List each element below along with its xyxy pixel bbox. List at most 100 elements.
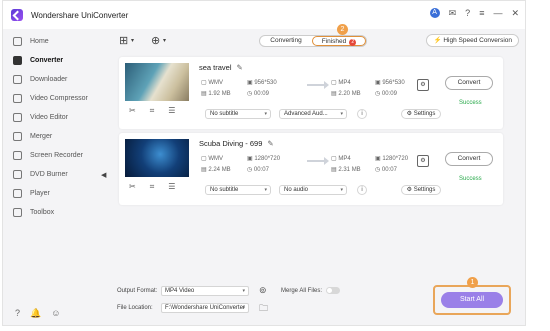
- source-duration-value: 00:09: [253, 91, 269, 97]
- target-resolution-value: 1280*720: [382, 156, 409, 162]
- sidebar-item-label: Player: [30, 190, 50, 197]
- sidebar-item-screen-recorder[interactable]: Screen Recorder: [13, 151, 83, 160]
- source-duration: ◷ 00:07: [247, 167, 269, 173]
- sidebar-item-converter[interactable]: Converter: [13, 56, 63, 65]
- sidebar-item-player[interactable]: Player: [13, 189, 50, 198]
- chevron-down-icon[interactable]: ▾: [131, 37, 134, 44]
- subtitle-select[interactable]: No subtitle ▾: [205, 185, 271, 195]
- help-icon[interactable]: ?: [465, 8, 470, 18]
- file-location-value: F:\Wondershare UniConverter: [165, 305, 245, 311]
- source-resolution: ▣ 956*530: [247, 80, 277, 86]
- folder-icon[interactable]: 🗀: [259, 301, 268, 317]
- status-text: Success: [459, 100, 482, 106]
- chevron-down-icon: ▾: [264, 187, 267, 193]
- app-window: Wondershare UniConverter A ✉ ? ≡ — ✕ Hom…: [2, 0, 526, 326]
- sidebar-item-label: Screen Recorder: [30, 152, 83, 159]
- info-icon[interactable]: i: [357, 185, 367, 195]
- source-format-value: WMV: [208, 80, 224, 86]
- collapse-sidebar-icon[interactable]: ◀: [101, 171, 106, 179]
- crop-icon[interactable]: ⌗: [150, 182, 155, 192]
- add-media-icon[interactable]: ⊕: [151, 34, 160, 47]
- app-logo-icon: [11, 9, 23, 21]
- user-avatar[interactable]: A: [429, 8, 440, 18]
- sidebar-item-downloader[interactable]: Downloader: [13, 75, 67, 84]
- high-speed-conversion-button[interactable]: ⚡ High Speed Conversion: [426, 34, 519, 47]
- audio-value: Advanced Aud...: [284, 111, 328, 117]
- settings-button[interactable]: ⚙ Settings: [401, 185, 441, 195]
- minimize-icon[interactable]: —: [493, 8, 502, 18]
- status-text: Success: [459, 176, 482, 182]
- tab-converting[interactable]: Converting: [260, 36, 312, 46]
- sidebar-item-label: Downloader: [30, 76, 68, 83]
- effects-icon[interactable]: ☰: [168, 106, 175, 116]
- sidebar-item-video-editor[interactable]: Video Editor: [13, 113, 68, 122]
- menu-icon[interactable]: ≡: [479, 8, 484, 18]
- video-thumbnail[interactable]: [125, 139, 189, 177]
- target-duration: ◷ 00:09: [375, 91, 397, 97]
- convert-arrow-icon: [307, 81, 329, 89]
- title-bar: Wondershare UniConverter A ✉ ? ≡ — ✕: [3, 1, 525, 29]
- output-settings-icon[interactable]: ⚙: [417, 155, 429, 167]
- format-settings-icon[interactable]: ⊚: [259, 285, 267, 296]
- sidebar-item-home[interactable]: Home: [13, 37, 49, 46]
- mail-icon[interactable]: ✉: [449, 8, 457, 18]
- file-name: sea travel ✎: [199, 63, 243, 72]
- convert-button[interactable]: Convert: [445, 152, 493, 166]
- bell-icon[interactable]: 🔔: [30, 308, 41, 319]
- settings-label: Settings: [413, 187, 436, 193]
- trim-icon[interactable]: ✂: [129, 182, 136, 192]
- audio-select[interactable]: Advanced Aud... ▾: [279, 109, 347, 119]
- sidebar-item-merger[interactable]: Merger: [13, 132, 52, 141]
- crop-icon[interactable]: ⌗: [150, 106, 155, 116]
- edit-name-icon[interactable]: ✎: [267, 139, 273, 148]
- video-thumbnail[interactable]: [125, 63, 189, 101]
- feedback-icon[interactable]: ☺: [51, 308, 60, 319]
- audio-select[interactable]: No audio ▾: [279, 185, 347, 195]
- add-files-icon[interactable]: ⊞: [119, 34, 128, 47]
- source-format: ▢ WMV: [201, 80, 224, 86]
- source-size-value: 2.24 MB: [208, 167, 231, 173]
- file-name: Scuba Diving - 699 ✎: [199, 139, 274, 148]
- output-format-select[interactable]: MP4 Video ▾: [161, 286, 249, 296]
- file-name-text: sea travel: [199, 63, 232, 72]
- source-resolution-value: 1280*720: [254, 156, 281, 162]
- target-size: ▤ 2.20 MB: [331, 91, 361, 97]
- help-circle-icon[interactable]: ?: [15, 308, 20, 319]
- editor-icon: [13, 113, 22, 122]
- merge-label: Merge All Files:: [281, 288, 323, 294]
- sidebar-item-video-compressor[interactable]: Video Compressor: [13, 94, 88, 103]
- tab-finished-label: Finished: [321, 38, 347, 45]
- sidebar-footer: ? 🔔 ☺: [15, 308, 60, 319]
- recorder-icon: [13, 151, 22, 160]
- output-settings-icon[interactable]: ⚙: [417, 79, 429, 91]
- effects-icon[interactable]: ☰: [168, 182, 175, 192]
- source-format-value: WMV: [208, 156, 224, 162]
- merge-toggle[interactable]: [326, 287, 340, 294]
- settings-button[interactable]: ⚙ Settings: [401, 109, 441, 119]
- chevron-down-icon[interactable]: ▾: [163, 37, 166, 44]
- file-card: ✂ ⌗ ☰ sea travel ✎ ▢ WMV ▣ 956*530 ▤ 1.92…: [119, 57, 503, 129]
- trim-icon[interactable]: ✂: [129, 106, 136, 116]
- toolbox-icon: [13, 208, 22, 217]
- info-icon[interactable]: i: [357, 109, 367, 119]
- sidebar-item-label: DVD Burner: [30, 171, 68, 178]
- sidebar-item-toolbox[interactable]: Toolbox: [13, 208, 54, 217]
- edit-name-icon[interactable]: ✎: [237, 63, 243, 72]
- start-all-button[interactable]: Start All: [441, 292, 503, 308]
- settings-label: Settings: [413, 111, 436, 117]
- chevron-down-icon: ▾: [264, 111, 267, 117]
- dvd-icon: [13, 170, 22, 179]
- tab-finished[interactable]: Finished 2: [312, 36, 366, 46]
- subtitle-select[interactable]: No subtitle ▾: [205, 109, 271, 119]
- convert-arrow-icon: [307, 157, 329, 165]
- close-icon[interactable]: ✕: [511, 8, 519, 18]
- sidebar-item-label: Video Compressor: [30, 95, 88, 102]
- gear-icon: ⚙: [406, 187, 413, 193]
- file-location-select[interactable]: F:\Wondershare UniConverter ▾: [161, 303, 249, 313]
- target-resolution-value: 956*530: [382, 80, 405, 86]
- sidebar-item-dvd-burner[interactable]: DVD Burner: [13, 170, 68, 179]
- convert-button[interactable]: Convert: [445, 76, 493, 90]
- chevron-down-icon: ▾: [340, 111, 343, 117]
- target-format: ▢ MP4: [331, 80, 351, 86]
- merger-icon: [13, 132, 22, 141]
